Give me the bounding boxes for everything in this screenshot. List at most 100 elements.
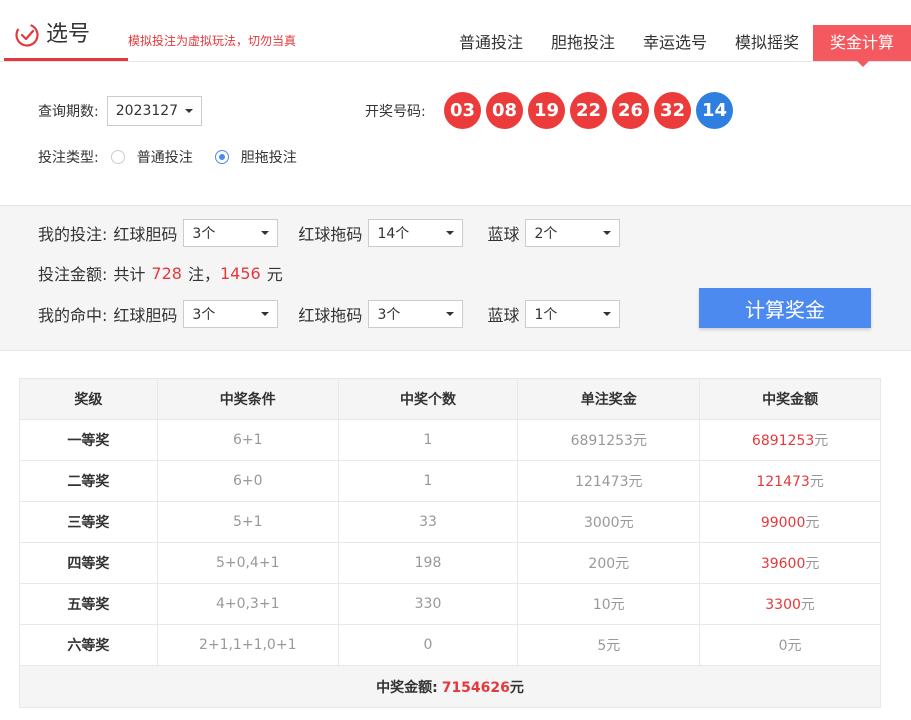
chevron-down-icon	[603, 312, 612, 316]
tab-lucky-pick[interactable]: 幸运选号	[629, 25, 721, 61]
logo: 选号	[14, 22, 90, 48]
select-value: 14个	[377, 226, 410, 242]
prize-single: 121473元	[517, 460, 701, 502]
prize-condition: 2+1,1+1,0+1	[156, 624, 339, 666]
col-single-prize: 单注奖金	[517, 378, 701, 420]
hit-blue-select[interactable]: 1个	[525, 300, 621, 328]
logo-title: 选号	[46, 22, 91, 47]
prize-total: 39600元	[699, 542, 881, 584]
table-header: 奖级 中奖条件 中奖个数 单注奖金 中奖金额	[19, 378, 881, 420]
draw-balls: 03 08 19 22 26 32 14	[444, 92, 738, 129]
radio-circle	[110, 150, 125, 164]
table-row: 五等奖 4+0,3+1 330 10元 3300元	[19, 583, 881, 625]
table-row: 四等奖 5+0,4+1 198 200元 39600元	[19, 542, 881, 584]
prize-condition: 6+0	[156, 460, 339, 502]
chevron-down-icon	[184, 109, 193, 113]
money-amount: 1456	[219, 263, 261, 283]
radio-label: 胆拖投注	[240, 150, 297, 166]
check-circle-icon	[15, 23, 39, 47]
my-hit-label: 我的命中:	[38, 306, 108, 325]
period-select[interactable]: 2023127	[106, 96, 202, 126]
prize-level: 六等奖	[19, 624, 158, 666]
prize-total-unit: 元	[805, 556, 820, 572]
hit-red-dan-select[interactable]: 3个	[183, 300, 279, 328]
prize-total: 0元	[699, 624, 881, 666]
tab-prize-calc[interactable]: 奖金计算	[813, 25, 911, 67]
table-total-row: 中奖金额: 7154626元	[19, 665, 881, 708]
prize-count: 33	[337, 501, 519, 543]
tab-simulated-draw[interactable]: 模拟摇奖	[721, 25, 813, 61]
prize-total-unit: 元	[800, 597, 815, 613]
prize-count: 1	[337, 419, 519, 461]
prize-count: 198	[337, 542, 519, 584]
prize-single: 5元	[517, 624, 701, 666]
red-ball: 03	[444, 92, 481, 129]
radio-dantuo-bet[interactable]: 胆拖投注	[214, 147, 297, 167]
my-bet-label: 我的投注:	[38, 225, 108, 244]
total-label: 中奖金额:	[376, 679, 438, 696]
calculate-prize-button[interactable]: 计算奖金	[699, 288, 871, 328]
chevron-down-icon	[261, 231, 270, 235]
blue-label: 蓝球	[487, 225, 520, 244]
red-ball: 26	[612, 92, 649, 129]
radio-normal-bet[interactable]: 普通投注	[110, 147, 193, 167]
bets-count: 728	[151, 263, 182, 283]
bet-red-tuo-select[interactable]: 14个	[368, 219, 464, 247]
tab-normal-bet[interactable]: 普通投注	[445, 25, 537, 61]
amount-prefix: 共计	[113, 265, 146, 284]
prize-total: 6891253元	[699, 419, 881, 461]
period-label: 查询期数:	[38, 104, 99, 120]
warning-text: 模拟投注为虚拟玩法，切勿当真	[128, 34, 297, 48]
prize-count: 1	[337, 460, 519, 502]
total-cell: 中奖金额: 7154626元	[19, 665, 881, 708]
prize-condition: 5+1	[156, 501, 339, 543]
radio-label: 普通投注	[136, 150, 193, 166]
blue-ball: 14	[696, 92, 733, 129]
prize-total-unit: 元	[814, 433, 829, 449]
period-row: 查询期数: 2023127	[38, 96, 202, 126]
prize-total: 99000元	[699, 501, 881, 543]
red-dan-label: 红球胆码	[113, 225, 178, 244]
tab-dantuo-bet[interactable]: 胆拖投注	[537, 25, 629, 61]
prize-count: 330	[337, 583, 519, 625]
prize-condition: 5+0,4+1	[156, 542, 339, 584]
red-tuo-label: 红球拖码	[298, 306, 363, 325]
col-count: 中奖个数	[337, 378, 519, 420]
table-row: 三等奖 5+1 33 3000元 99000元	[19, 501, 881, 543]
chevron-down-icon	[261, 312, 270, 316]
my-bet-row: 我的投注: 红球胆码 3个 红球拖码 14个 蓝球 2个	[38, 219, 621, 247]
prize-single: 6891253元	[517, 419, 701, 461]
table-row: 一等奖 6+1 1 6891253元 6891253元	[19, 419, 881, 461]
col-total-prize: 中奖金额	[699, 378, 881, 420]
calc-panel: 我的投注: 红球胆码 3个 红球拖码 14个 蓝球 2个 投注金额: 共计 72…	[0, 205, 911, 351]
prize-single: 3000元	[517, 501, 701, 543]
prize-total-amount: 0元	[778, 638, 802, 654]
radio-circle-checked	[214, 150, 229, 164]
chevron-down-icon	[603, 231, 612, 235]
period-value: 2023127	[115, 103, 179, 119]
red-ball: 19	[528, 92, 565, 129]
hit-red-tuo-select[interactable]: 3个	[368, 300, 464, 328]
amount-label: 投注金额:	[38, 265, 108, 284]
prize-single: 10元	[517, 583, 701, 625]
table-row: 六等奖 2+1,1+1,0+1 0 5元 0元	[19, 624, 881, 666]
red-dan-label: 红球胆码	[113, 306, 178, 325]
total-amount: 7154626	[441, 679, 510, 696]
table-row: 二等奖 6+0 1 121473元 121473元	[19, 460, 881, 502]
bet-blue-select[interactable]: 2个	[525, 219, 621, 247]
prize-level: 三等奖	[19, 501, 158, 543]
prize-single: 200元	[517, 542, 701, 584]
select-value: 2个	[534, 226, 558, 242]
prize-total-amount: 99000	[760, 515, 806, 531]
prize-total-amount: 3300	[765, 597, 801, 613]
red-ball: 32	[654, 92, 691, 129]
bet-red-dan-select[interactable]: 3个	[183, 219, 279, 247]
prize-level: 五等奖	[19, 583, 158, 625]
prize-table: 奖级 中奖条件 中奖个数 单注奖金 中奖金额 一等奖 6+1 1 6891253…	[19, 378, 881, 708]
prize-level: 四等奖	[19, 542, 158, 584]
prize-total-amount: 39600	[760, 556, 806, 572]
logo-underline	[4, 58, 128, 61]
prize-condition: 4+0,3+1	[156, 583, 339, 625]
prize-count: 0	[337, 624, 519, 666]
red-ball: 08	[486, 92, 523, 129]
